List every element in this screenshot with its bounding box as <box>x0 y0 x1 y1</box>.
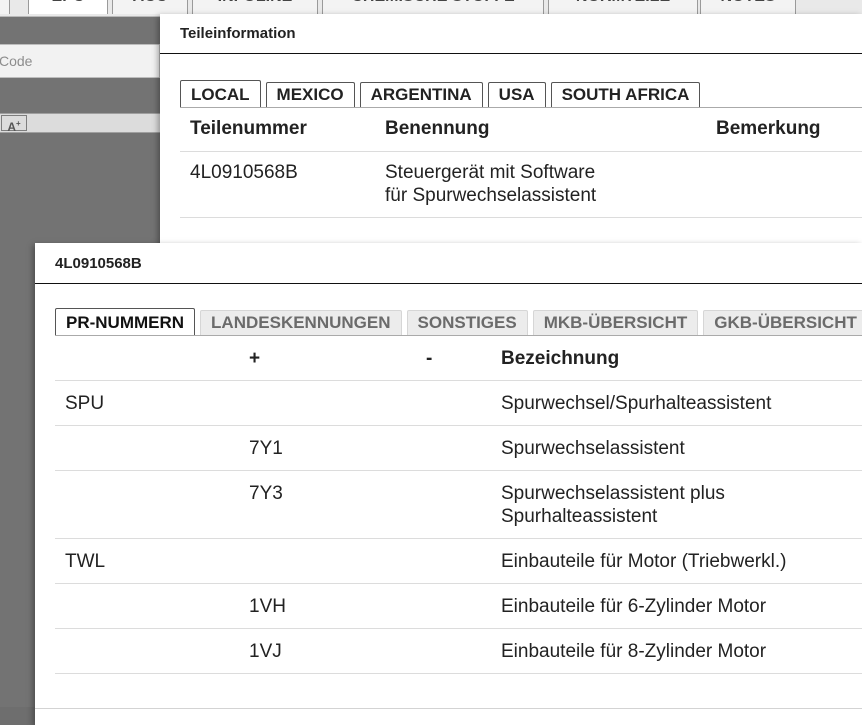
part-number-dialog: 4L0910568B PR-NUMMERN LANDESKENNUNGEN SO… <box>35 243 862 725</box>
cell-group: TWL <box>65 551 106 572</box>
cell-plus: 7Y3 <box>249 483 283 504</box>
font-size-button[interactable]: A+ <box>1 115 27 134</box>
table-header: Teilenummer Benennung Bemerkung <box>180 108 862 152</box>
main-tab-epc[interactable]: EPC <box>28 0 108 14</box>
tab-south-africa[interactable]: SOUTH AFRICA <box>550 82 701 107</box>
cell-minus <box>416 629 491 674</box>
dialog-footer-divider <box>35 708 862 709</box>
tab-usa[interactable]: USA <box>487 82 546 107</box>
cell-benennung: Steuergerät mit Software für Spurwechsela… <box>385 162 597 206</box>
pr-numbers-table: + - Bezeichnung SPU Spurwechsel/Spurhalt… <box>55 336 862 674</box>
table-row[interactable]: SPU Spurwechsel/Spurhalteassistent <box>55 381 862 426</box>
cell-bezeichnung: Einbauteile für 6-Zylinder Motor <box>501 596 767 617</box>
part-tabs: PR-NUMMERN LANDESKENNUNGEN SONSTIGES MKB… <box>55 308 862 335</box>
col-group <box>55 336 239 381</box>
main-tab-chemische-stoffe[interactable]: CHEMISCHE STOFFE <box>322 0 544 14</box>
cell-plus: 1VH <box>249 596 286 617</box>
tab-argentina[interactable]: ARGENTINA <box>359 82 483 107</box>
main-tab[interactable]: D <box>0 0 10 14</box>
dialog-title: 4L0910568B <box>35 243 862 284</box>
parts-table: Teilenummer Benennung Bemerkung 4L091056… <box>180 108 862 218</box>
cell-plus <box>239 381 416 426</box>
col-plus: + <box>249 348 261 369</box>
tab-sonstiges[interactable]: SONSTIGES <box>406 310 528 335</box>
cell-bezeichnung: Einbauteile für 8-Zylinder Motor <box>501 641 767 662</box>
table-row[interactable]: 1VH Einbauteile für 6-Zylinder Motor <box>55 584 862 629</box>
tab-gkb-uebersicht[interactable]: GKB-ÜBERSICHT <box>703 310 862 335</box>
main-tab-normteile[interactable]: NORMTEILE <box>548 0 698 14</box>
tab-mexico[interactable]: MEXICO <box>265 82 355 107</box>
table-header: + - Bezeichnung <box>55 336 862 381</box>
main-tab-notes[interactable]: NOTES <box>700 0 796 14</box>
main-tab-acc[interactable]: ACC <box>112 0 188 14</box>
cell-plus: 7Y1 <box>249 438 283 459</box>
col-minus: - <box>426 348 433 369</box>
table-row[interactable]: 7Y3 Spurwechselassistent plus Spurhalteas… <box>55 471 862 539</box>
cell-group <box>55 584 239 629</box>
table-row[interactable]: TWL Einbauteile für Motor (Triebwerkl.) <box>55 539 862 584</box>
cell-bezeichnung: Spurwechselassistent <box>501 438 685 459</box>
cell-group <box>55 471 239 539</box>
cell-bezeichnung: Spurwechsel/Spurhalteassistent <box>501 393 772 414</box>
tab-landeskennungen[interactable]: LANDESKENNUNGEN <box>200 310 402 335</box>
cell-group: SPU <box>65 393 105 414</box>
table-row[interactable]: 7Y1 Spurwechselassistent <box>55 426 862 471</box>
tab-mkb-uebersicht[interactable]: MKB-ÜBERSICHT <box>532 310 699 335</box>
cell-minus <box>416 584 491 629</box>
code-placeholder: Code <box>0 53 33 69</box>
table-row[interactable]: 1VJ Einbauteile für 8-Zylinder Motor <box>55 629 862 674</box>
cell-plus <box>239 539 416 584</box>
code-input[interactable]: Code <box>0 44 160 78</box>
cell-bezeichnung: Spurwechselassistent plus Spurhalteassist… <box>501 483 725 527</box>
dialog-title: Teileinformation <box>160 14 862 54</box>
cell-group <box>55 426 239 471</box>
region-tabs: LOCAL MEXICO ARGENTINA USA SOUTH AFRICA <box>180 80 705 107</box>
cell-group <box>55 629 239 674</box>
cell-plus: 1VJ <box>249 641 282 662</box>
text-toolbar: A+ <box>0 113 160 134</box>
col-teilenummer: Teilenummer <box>190 118 307 139</box>
cell-minus <box>416 471 491 539</box>
cell-bezeichnung: Einbauteile für Motor (Triebwerkl.) <box>501 551 787 572</box>
cell-teilenummer: 4L0910568B <box>190 162 298 183</box>
cell-minus <box>416 539 491 584</box>
cell-minus <box>416 381 491 426</box>
col-bemerkung: Bemerkung <box>716 118 821 139</box>
col-bezeichnung: Bezeichnung <box>501 348 620 369</box>
table-row[interactable]: 4L0910568B Steuergerät mit Software für S… <box>180 152 862 218</box>
tab-pr-nummern[interactable]: PR-NUMMERN <box>55 308 196 335</box>
cell-minus <box>416 426 491 471</box>
teileinformation-dialog: Teileinformation LOCAL MEXICO ARGENTINA … <box>160 14 862 264</box>
col-benennung: Benennung <box>385 118 490 139</box>
main-tab-infoline[interactable]: INFOLINE <box>192 0 318 14</box>
cell-bemerkung <box>706 152 862 218</box>
tab-local[interactable]: LOCAL <box>180 80 261 107</box>
